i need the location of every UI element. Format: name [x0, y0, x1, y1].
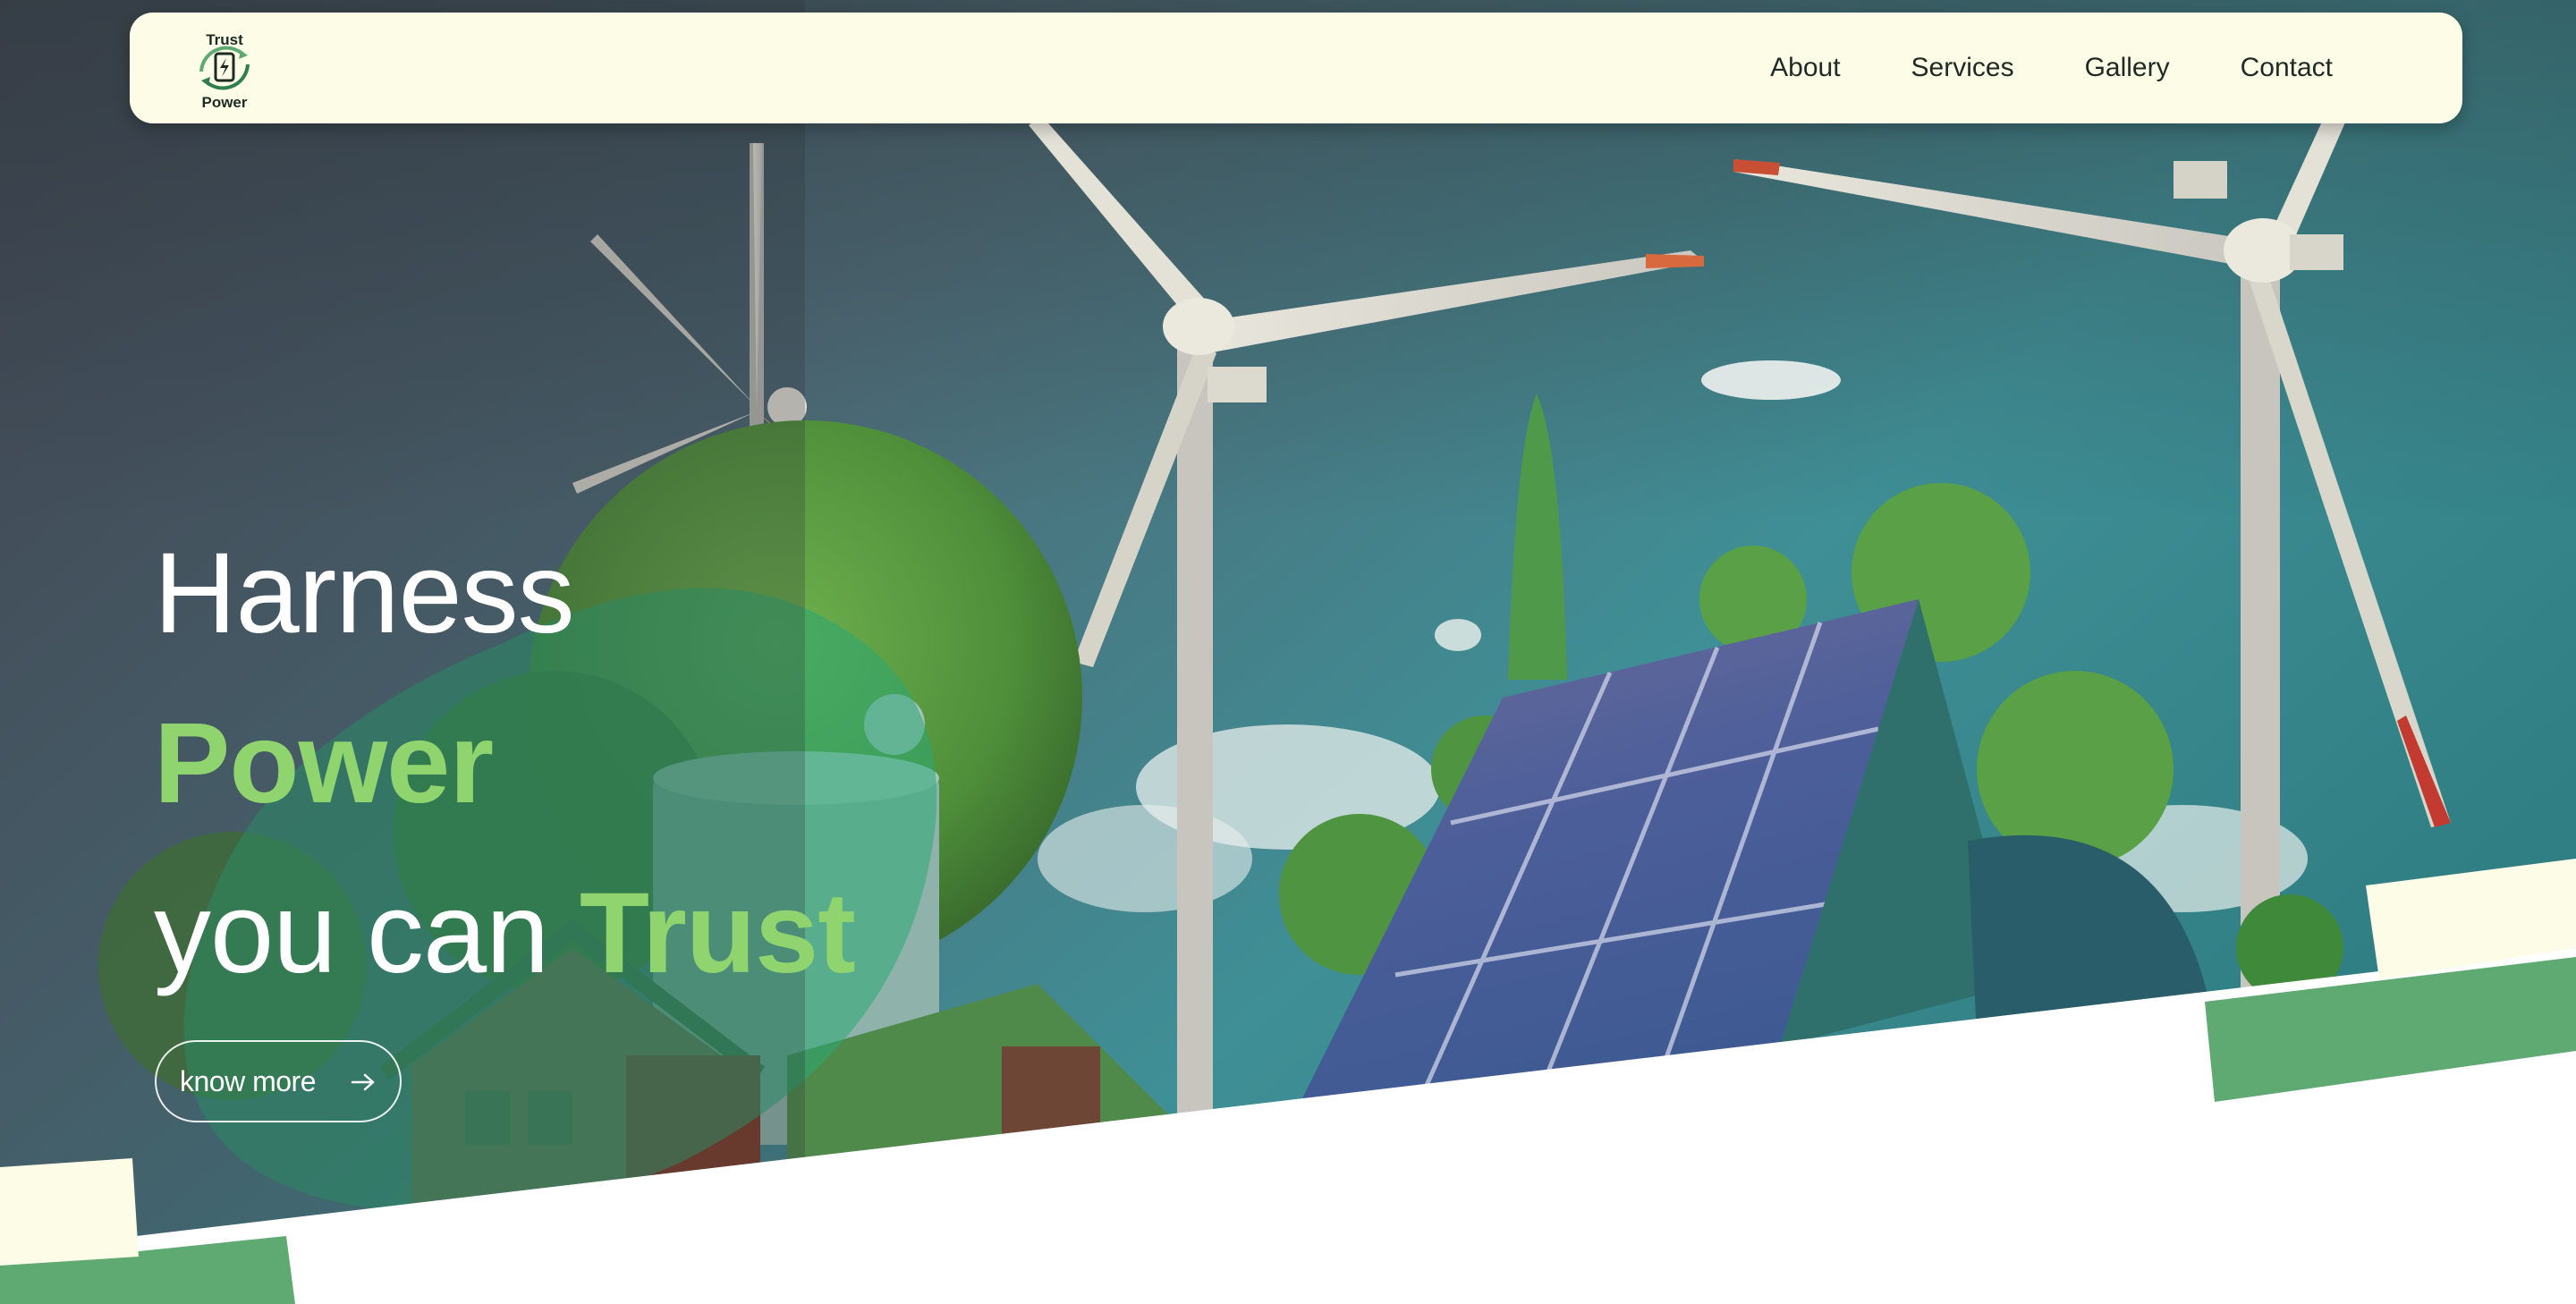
- top-navbar: Trust Power About Services Gallery Conta…: [130, 13, 2462, 123]
- trust-power-logo[interactable]: Trust Power: [178, 21, 271, 114]
- logo-top-text: Trust: [206, 31, 243, 48]
- headline-line-harness: Harness: [154, 529, 575, 657]
- nav-menu: About Services Gallery Contact: [1770, 13, 2333, 123]
- headline-trust-accent: Trust: [579, 869, 856, 997]
- nav-link-services[interactable]: Services: [1911, 53, 2014, 83]
- headline-line-trust: you can Trust: [154, 876, 856, 991]
- hero-headline: Harness Power you can Trust: [154, 529, 856, 991]
- nav-link-about[interactable]: About: [1770, 53, 1840, 83]
- headline-trust-prefix: you can: [154, 869, 580, 997]
- hero-section: Trust Power About Services Gallery Conta…: [0, 0, 2576, 1304]
- headline-line-power: Power: [154, 699, 494, 827]
- know-more-button[interactable]: know more: [155, 1040, 402, 1122]
- nav-link-gallery[interactable]: Gallery: [2085, 53, 2170, 83]
- logo-bottom-text: Power: [201, 94, 247, 111]
- arrow-right-icon: [351, 1073, 375, 1091]
- nav-link-contact[interactable]: Contact: [2241, 53, 2333, 83]
- know-more-label: know more: [180, 1064, 317, 1097]
